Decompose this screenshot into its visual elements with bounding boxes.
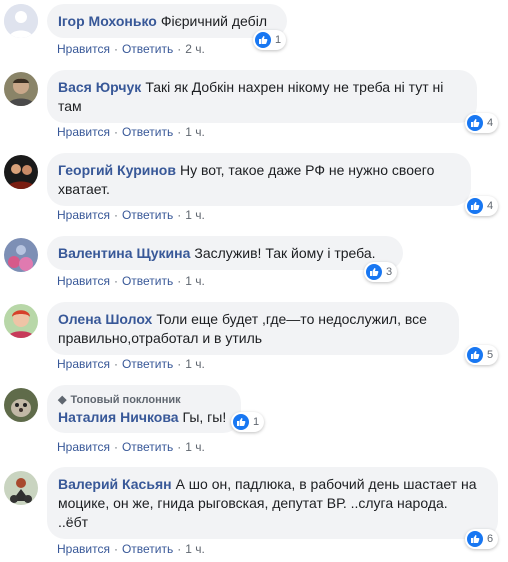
comment-actions: Нравится · Ответить · 1 ч. — [57, 440, 205, 454]
like-button[interactable]: Нравится — [57, 357, 110, 371]
comment-text-continued: правильно,отработал и в утиль — [58, 330, 263, 346]
reply-button[interactable]: Ответить — [122, 274, 173, 288]
reaction-number: 4 — [487, 117, 494, 129]
comment-author[interactable]: Ігор Мохонько — [58, 13, 157, 29]
reaction-number: 5 — [487, 349, 494, 361]
reply-button[interactable]: Ответить — [122, 542, 173, 556]
comment-time[interactable]: 1 ч. — [185, 208, 205, 222]
comment-actions: Нравится · Ответить · 1 ч. — [57, 542, 205, 556]
comment-actions: Нравится · Ответить · 1 ч. — [57, 357, 205, 371]
comment-bubble: ◆ Топовый поклонник Наталия Ничкова Гы, гы… — [47, 385, 241, 433]
comment-actions: Нравится · Ответить · 2 ч. — [57, 42, 205, 56]
comment-bubble: Вася Юрчук Такі як Добкін нахрен нікому н… — [47, 70, 477, 123]
comment-bubble: Валерий Касьян А шо он, падлюка, в рабочи… — [47, 467, 498, 539]
like-icon — [255, 32, 271, 48]
reaction-count[interactable]: 1 — [231, 412, 265, 432]
reply-button[interactable]: Ответить — [122, 125, 173, 139]
like-icon — [366, 264, 382, 280]
reaction-count[interactable]: 6 — [465, 529, 499, 549]
like-button[interactable]: Нравится — [57, 125, 110, 139]
like-button[interactable]: Нравится — [57, 208, 110, 222]
comment-text: Толи еще будет ,где—то недослужил, все — [156, 311, 427, 327]
reply-button[interactable]: Ответить — [122, 357, 173, 371]
comment-author[interactable]: Вася Юрчук — [58, 79, 141, 95]
reaction-number: 1 — [253, 416, 260, 428]
comment-time[interactable]: 1 ч. — [185, 274, 205, 288]
reaction-number: 3 — [386, 266, 393, 278]
comment-author[interactable]: Георгий Куринов — [58, 162, 176, 178]
avatar[interactable] — [4, 4, 38, 38]
comment-text-continued: моцике, он же, гнида рыговская, депутат … — [58, 495, 448, 511]
reaction-count[interactable]: 5 — [465, 345, 499, 365]
comment-text: Такі як Добкін нахрен нікому не треба ні… — [145, 79, 444, 95]
comment-time[interactable]: 1 ч. — [185, 357, 205, 371]
avatar[interactable] — [4, 304, 38, 338]
comment-text: Заслужив! Так йому і треба. — [194, 245, 376, 261]
comment-author[interactable]: Наталия Ничкова — [58, 409, 179, 425]
reply-button[interactable]: Ответить — [122, 440, 173, 454]
comment-text: Фієричний дебіл — [160, 13, 267, 29]
like-icon — [467, 198, 483, 214]
comment-author[interactable]: Валентина Щукина — [58, 245, 190, 261]
like-button[interactable]: Нравится — [57, 42, 110, 56]
comment-actions: Нравится · Ответить · 1 ч. — [57, 208, 205, 222]
like-button[interactable]: Нравится — [57, 440, 110, 454]
comment-actions: Нравится · Ответить · 1 ч. — [57, 125, 205, 139]
reply-button[interactable]: Ответить — [122, 208, 173, 222]
comment-actions: Нравится · Ответить · 1 ч. — [57, 274, 205, 288]
reaction-number: 1 — [275, 34, 282, 46]
top-fan-badge: ◆ Топовый поклонник — [58, 393, 229, 407]
avatar[interactable] — [4, 238, 38, 272]
comment-author[interactable]: Олена Шолох — [58, 311, 152, 327]
badge-label: Топовый поклонник — [70, 394, 181, 406]
comment-text: А шо он, падлюка, в рабочий день шастает… — [175, 476, 477, 492]
reaction-number: 4 — [487, 200, 494, 212]
comment-bubble: Ігор Мохонько Фієричний дебіл — [47, 4, 287, 38]
avatar[interactable] — [4, 471, 38, 505]
comment-time[interactable]: 2 ч. — [185, 42, 205, 56]
comment-text: Гы, гы! — [182, 409, 227, 425]
comment-text: Ну вот, такое даже РФ не нужно своего — [179, 162, 435, 178]
comment-author[interactable]: Валерий Касьян — [58, 476, 172, 492]
like-icon — [467, 347, 483, 363]
comment-text-continued: хватает. — [58, 181, 110, 197]
avatar[interactable] — [4, 388, 38, 422]
like-button[interactable]: Нравится — [57, 274, 110, 288]
reaction-count[interactable]: 1 — [253, 30, 287, 50]
comment-bubble: Валентина Щукина Заслужив! Так йому і тре… — [47, 236, 403, 270]
diamond-icon: ◆ — [58, 394, 67, 406]
reply-button[interactable]: Ответить — [122, 42, 173, 56]
comment-text-continued: там — [58, 98, 82, 114]
reaction-number: 6 — [487, 533, 494, 545]
reaction-count[interactable]: 4 — [465, 113, 499, 133]
comment-time[interactable]: 1 ч. — [185, 440, 205, 454]
comment-bubble: Георгий Куринов Ну вот, такое даже РФ не … — [47, 153, 471, 206]
avatar[interactable] — [4, 72, 38, 106]
comment-time[interactable]: 1 ч. — [185, 125, 205, 139]
like-icon — [467, 115, 483, 131]
comment-text-continued: ..ёбт — [58, 514, 88, 530]
reaction-count[interactable]: 3 — [364, 262, 398, 282]
reaction-count[interactable]: 4 — [465, 196, 499, 216]
like-button[interactable]: Нравится — [57, 542, 110, 556]
avatar[interactable] — [4, 155, 38, 189]
like-icon — [233, 414, 249, 430]
like-icon — [467, 531, 483, 547]
comment-time[interactable]: 1 ч. — [185, 542, 205, 556]
comment-bubble: Олена Шолох Толи еще будет ,где—то недосл… — [47, 302, 459, 355]
